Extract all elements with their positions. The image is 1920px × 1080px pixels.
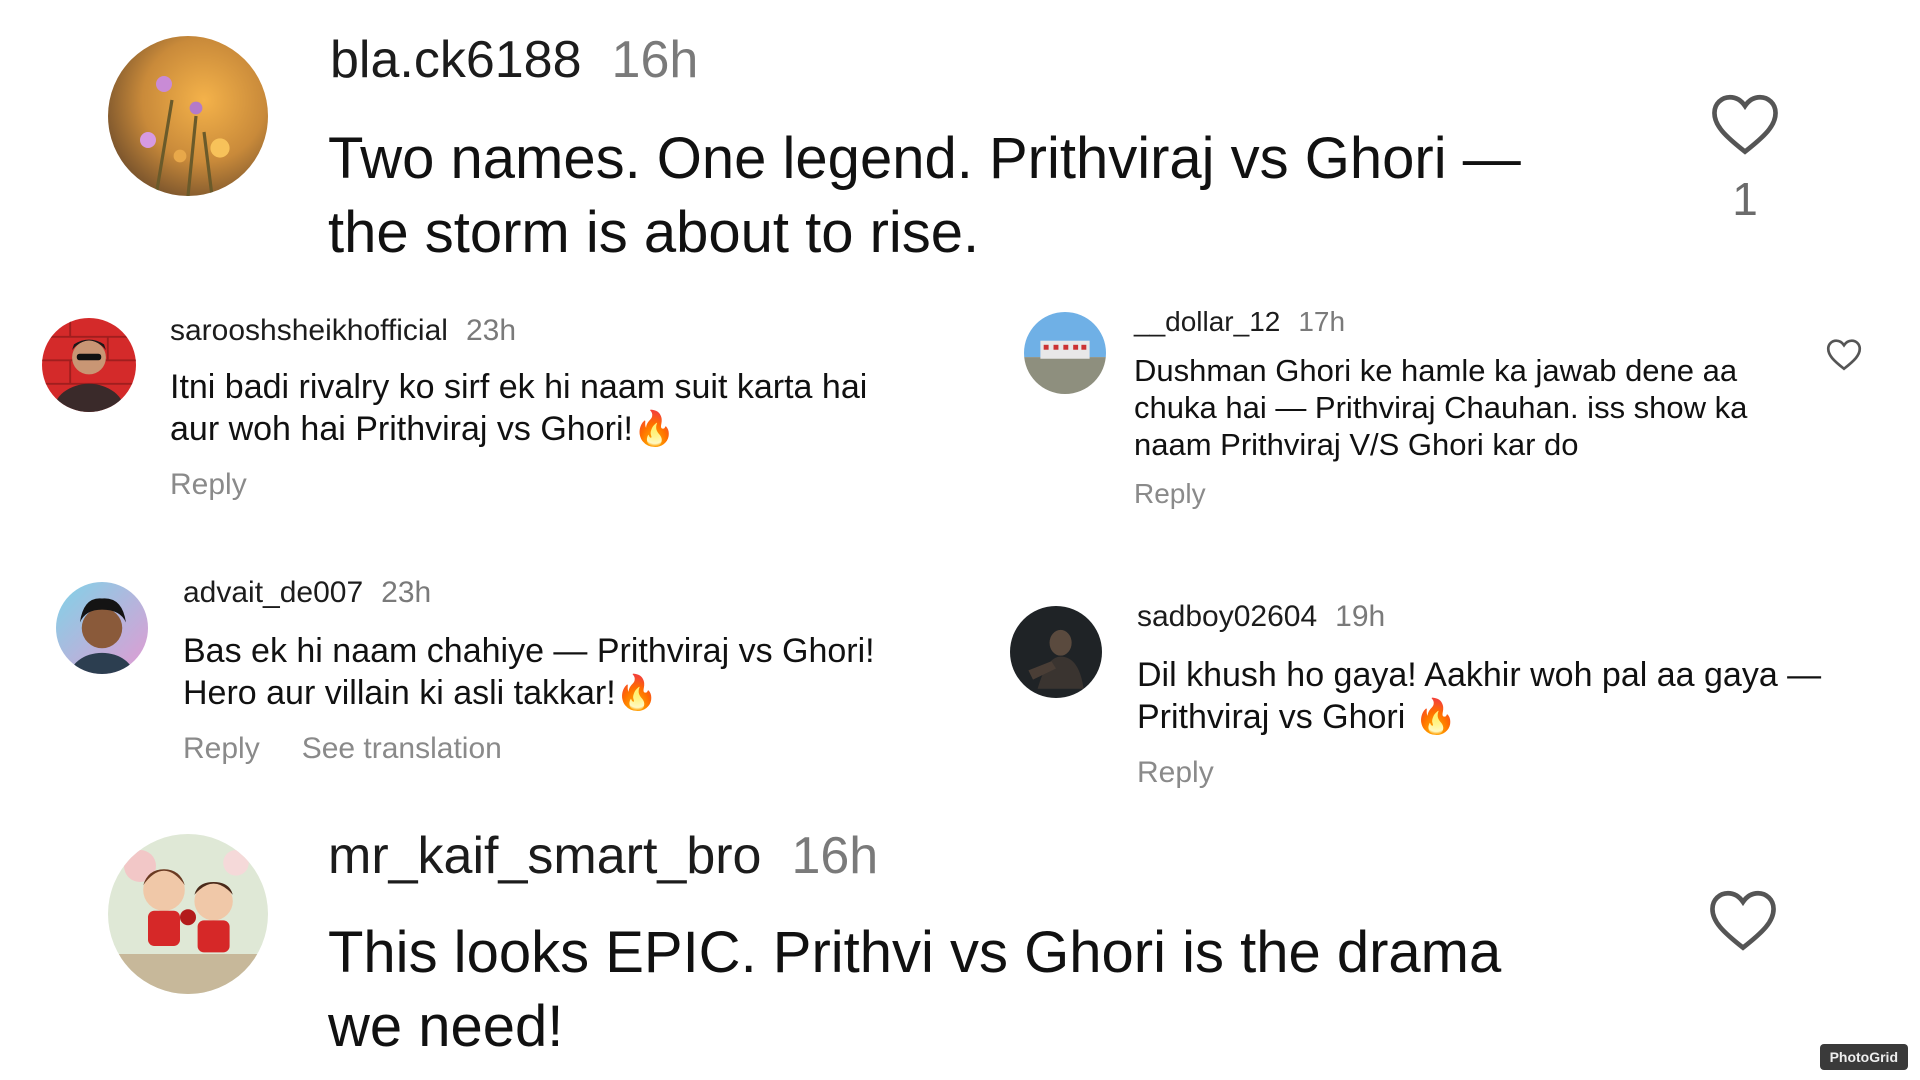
man-sunglasses-avatar xyxy=(42,318,136,412)
comment-line: chuka hai — Prithviraj Chauhan. iss show… xyxy=(1134,390,1748,425)
building-photo-avatar xyxy=(1024,312,1106,394)
dark-photo-avatar xyxy=(1010,606,1102,698)
comment-text: Two names. One legend. Prithviraj vs Gho… xyxy=(328,122,1521,270)
avatar[interactable] xyxy=(1010,606,1102,698)
like-button[interactable] xyxy=(1698,888,1788,952)
comment-line: Bas ek hi naam chahiye — Prithviraj vs G… xyxy=(183,632,875,670)
fire-emoji: 🔥 xyxy=(632,409,676,449)
comment-meta: sadboy02604 19h xyxy=(1137,600,1385,634)
watermark: PhotoGrid xyxy=(1819,1044,1908,1070)
comment-meta: bla.ck6188 16h xyxy=(330,30,698,90)
reply-button[interactable]: Reply xyxy=(183,732,260,765)
heart-icon xyxy=(1710,890,1776,951)
timestamp: 23h xyxy=(465,314,517,347)
comment-text: Dushman Ghori ke hamle ka jawab dene aa … xyxy=(1134,352,1747,463)
avatar[interactable] xyxy=(42,318,136,412)
cartoon-couple-avatar xyxy=(108,834,268,994)
timestamp: 19h xyxy=(1335,600,1386,633)
comment-line-text: Prithviraj vs Ghori xyxy=(1137,698,1415,736)
comment-actions: Reply See translation xyxy=(183,732,544,766)
timestamp: 16h xyxy=(611,31,699,89)
like-count: 1 xyxy=(1732,173,1758,225)
see-translation-button[interactable]: See translation xyxy=(302,732,502,765)
username[interactable]: bla.ck6188 xyxy=(330,31,582,89)
fire-emoji: 🔥 xyxy=(615,673,659,713)
comment-line: Hero aur villain ki asli takkar!🔥 xyxy=(183,672,875,714)
username[interactable]: advait_de007 xyxy=(183,576,363,609)
username[interactable]: __dollar_12 xyxy=(1134,306,1280,337)
comment-line: the storm is about to rise. xyxy=(328,200,980,265)
timestamp: 23h xyxy=(381,576,432,609)
comment-line: Prithviraj vs Ghori 🔥 xyxy=(1137,696,1821,738)
reply-button[interactable]: Reply xyxy=(1134,478,1206,509)
comment-line: This looks EPIC. Prithvi vs Ghori is the… xyxy=(328,920,1502,985)
heart-icon xyxy=(1712,94,1778,155)
comment-meta: __dollar_12 17h xyxy=(1134,306,1345,338)
reply-button[interactable]: Reply xyxy=(170,468,247,501)
comment-meta: sarooshsheikhofficial 23h xyxy=(170,314,516,348)
comment-text: Bas ek hi naam chahiye — Prithviraj vs G… xyxy=(183,630,875,714)
comment-line-text: aur woh hai Prithviraj vs Ghori! xyxy=(170,410,633,448)
comment-meta: mr_kaif_smart_bro 16h xyxy=(328,826,878,886)
avatar[interactable] xyxy=(108,834,268,994)
comment-line: Two names. One legend. Prithviraj vs Gho… xyxy=(328,126,1521,191)
username[interactable]: sadboy02604 xyxy=(1137,600,1317,633)
fire-emoji: 🔥 xyxy=(1414,697,1458,737)
comment-line: we need! xyxy=(328,994,564,1059)
comment-text: This looks EPIC. Prithvi vs Ghori is the… xyxy=(328,916,1501,1064)
comment-line: Itni badi rivalry ko sirf ek hi naam sui… xyxy=(170,368,868,406)
like-button[interactable]: 1 xyxy=(1700,92,1790,226)
comment-actions: Reply xyxy=(1134,478,1248,510)
comment-line: Dushman Ghori ke hamle ka jawab dene aa xyxy=(1134,353,1738,388)
comment-text: Itni badi rivalry ko sirf ek hi naam sui… xyxy=(170,366,867,450)
comment-line-text: Hero aur villain ki asli takkar! xyxy=(183,674,616,712)
reply-button[interactable]: Reply xyxy=(1137,756,1214,789)
comment-line: naam Prithviraj V/S Ghori kar do xyxy=(1134,427,1579,462)
comment-actions: Reply xyxy=(170,468,289,502)
like-button[interactable] xyxy=(1822,338,1866,371)
flowers-photo-avatar xyxy=(108,36,268,196)
heart-icon xyxy=(1826,339,1862,371)
username[interactable]: sarooshsheikhofficial xyxy=(170,314,448,347)
comment-text: Dil khush ho gaya! Aakhir woh pal aa gay… xyxy=(1137,654,1821,738)
comment-meta: advait_de007 23h xyxy=(183,576,431,610)
timestamp: 16h xyxy=(791,827,879,885)
timestamp: 17h xyxy=(1298,306,1346,337)
comment-line: aur woh hai Prithviraj vs Ghori!🔥 xyxy=(170,408,867,450)
comment-line: Dil khush ho gaya! Aakhir woh pal aa gay… xyxy=(1137,656,1822,694)
comment-actions: Reply xyxy=(1137,756,1256,790)
avatar[interactable] xyxy=(56,582,148,674)
username[interactable]: mr_kaif_smart_bro xyxy=(328,827,761,885)
man-portrait-avatar xyxy=(56,582,148,674)
avatar[interactable] xyxy=(108,36,268,196)
avatar[interactable] xyxy=(1024,312,1106,394)
